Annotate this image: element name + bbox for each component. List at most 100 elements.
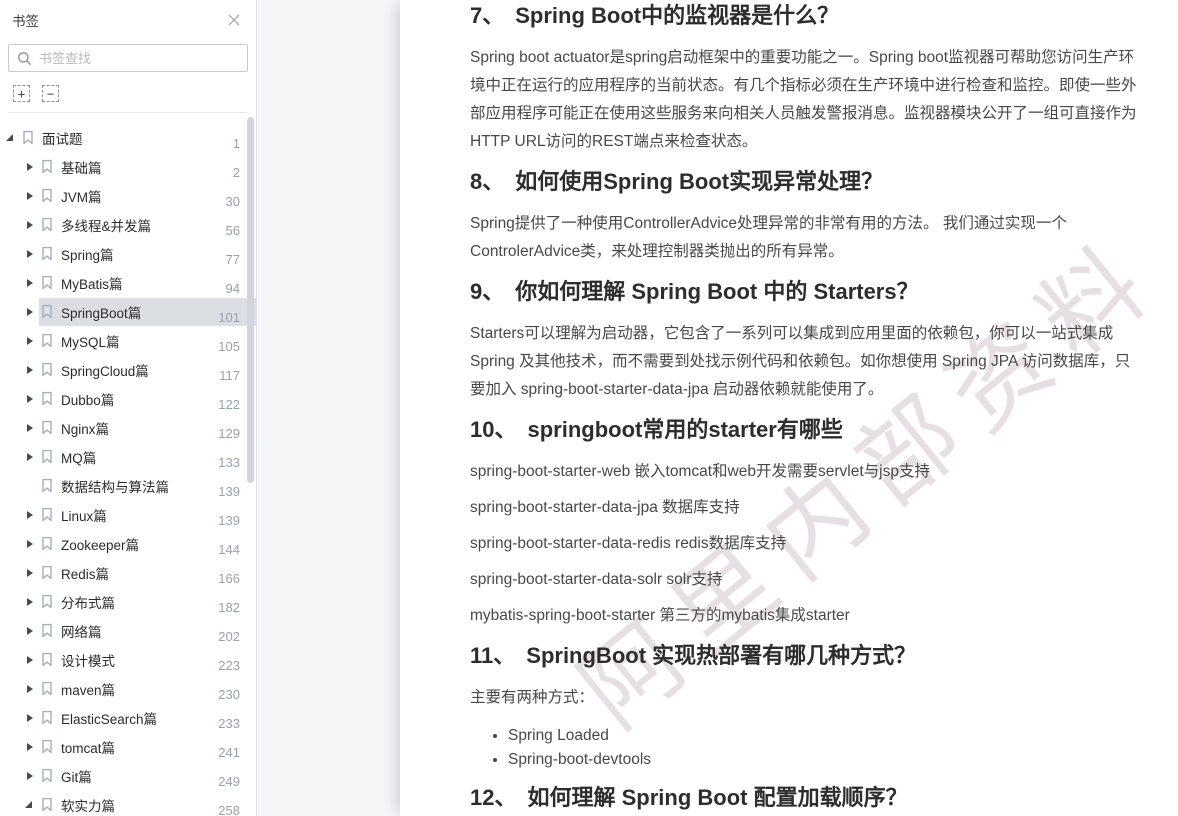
bookmark-icon xyxy=(41,594,53,609)
section-heading: 11、 SpringBoot 实现热部署有哪几种方式？ xyxy=(470,642,1138,669)
toggle-expanded-icon[interactable] xyxy=(25,801,39,808)
bookmark-tree-item[interactable]: 多线程&并发篇 56 xyxy=(0,210,256,239)
viewer-background xyxy=(257,0,400,816)
toggle-collapsed-icon[interactable] xyxy=(25,365,39,374)
bookmark-icon xyxy=(41,391,53,406)
heading-title: 如何使用Spring Boot实现异常处理？ xyxy=(515,169,884,194)
toggle-collapsed-icon[interactable] xyxy=(25,510,39,519)
bookmark-label: 分布式篇 xyxy=(61,595,115,611)
bookmark-tree-item[interactable]: ElasticSearch篇 233 xyxy=(0,703,256,732)
toggle-collapsed-icon[interactable] xyxy=(25,423,39,432)
toggle-collapsed-icon[interactable] xyxy=(25,307,39,316)
bookmark-tree-item[interactable]: maven篇 230 xyxy=(0,674,256,703)
bookmark-row-body[interactable]: MQ篇 133 xyxy=(39,443,256,471)
bookmark-page-number: 223 xyxy=(218,658,240,673)
bookmark-tree-item[interactable]: MySQL篇 105 xyxy=(0,326,256,355)
bookmarks-sidebar: 书签 + − 面试题 1 基础篇 2 JVM篇 30 多线程&并发篇 56 Spring篇 77 M… xyxy=(0,0,257,816)
close-sidebar-icon[interactable] xyxy=(226,12,242,28)
bookmark-tree-item[interactable]: Zookeeper篇 144 xyxy=(0,529,256,558)
toggle-collapsed-icon[interactable] xyxy=(25,191,39,200)
toggle-expanded-icon[interactable] xyxy=(6,134,20,141)
toggle-collapsed-icon[interactable] xyxy=(25,568,39,577)
bookmark-icon xyxy=(41,739,53,754)
paragraph: Spring boot actuator是spring启动框架中的重要功能之一。… xyxy=(470,49,1137,150)
bookmark-row-body[interactable]: 多线程&并发篇 56 xyxy=(39,211,256,239)
bookmark-icon xyxy=(41,275,53,290)
bookmark-label: 多线程&并发篇 xyxy=(61,218,152,234)
bookmark-row-body[interactable]: MySQL篇 105 xyxy=(39,327,256,355)
sidebar-divider xyxy=(8,112,248,113)
toggle-collapsed-icon[interactable] xyxy=(25,742,39,751)
bookmark-row-body[interactable]: SpringBoot篇 101 xyxy=(39,297,256,326)
bookmark-tree-item[interactable]: SpringBoot篇 101 xyxy=(0,297,256,326)
bookmark-page-number: 249 xyxy=(218,774,240,789)
bookmark-row-body[interactable]: Nginx篇 129 xyxy=(39,414,256,442)
toggle-collapsed-icon[interactable] xyxy=(25,278,39,287)
bookmark-row-body[interactable]: Redis篇 166 xyxy=(39,559,256,587)
bookmark-row-body[interactable]: Linux篇 139 xyxy=(39,501,256,529)
bookmark-row-body[interactable]: ElasticSearch篇 233 xyxy=(39,704,256,732)
bookmark-tree-item[interactable]: tomcat篇 241 xyxy=(0,732,256,761)
bookmark-tree-item[interactable]: Dubbo篇 122 xyxy=(0,384,256,413)
bookmark-row-body[interactable]: tomcat篇 241 xyxy=(39,733,256,761)
bookmark-label: 基础篇 xyxy=(61,160,102,176)
section-heading: 7、 Spring Boot中的监视器是什么？ xyxy=(470,2,1138,29)
bookmark-tree-item[interactable]: 数据结构与算法篇 139 xyxy=(0,471,256,500)
bookmark-tree-item[interactable]: 基础篇 2 xyxy=(0,152,256,181)
bookmark-row-body[interactable]: Zookeeper篇 144 xyxy=(39,530,256,558)
toggle-collapsed-icon[interactable] xyxy=(25,162,39,171)
toggle-collapsed-icon[interactable] xyxy=(25,452,39,461)
bookmark-row-body[interactable]: SpringCloud篇 117 xyxy=(39,356,256,384)
bookmark-tree-item[interactable]: Git篇 249 xyxy=(0,761,256,790)
toggle-collapsed-icon[interactable] xyxy=(25,539,39,548)
bookmark-row-body[interactable]: Spring篇 77 xyxy=(39,240,256,268)
bookmark-row-body[interactable]: 分布式篇 182 xyxy=(39,588,256,616)
bookmark-row-body[interactable]: 面试题 1 xyxy=(20,124,256,152)
expand-all-button[interactable]: + xyxy=(13,85,30,102)
bookmark-tree-item[interactable]: Spring篇 77 xyxy=(0,239,256,268)
toggle-collapsed-icon[interactable] xyxy=(25,336,39,345)
sidebar-scrollbar-thumb[interactable] xyxy=(247,117,254,483)
toggle-collapsed-icon[interactable] xyxy=(25,220,39,229)
bookmark-tree-item[interactable]: SpringCloud篇 117 xyxy=(0,355,256,384)
bookmark-row-body[interactable]: MyBatis篇 94 xyxy=(39,269,256,297)
bookmark-tree-item[interactable]: Nginx篇 129 xyxy=(0,413,256,442)
bookmark-row-body[interactable]: 设计模式 223 xyxy=(39,646,256,674)
bookmark-tree-item[interactable]: Linux篇 139 xyxy=(0,500,256,529)
bookmark-tree-item[interactable]: MyBatis篇 94 xyxy=(0,268,256,297)
toggle-collapsed-icon[interactable] xyxy=(25,655,39,664)
bookmark-page-number: 139 xyxy=(218,484,240,499)
bookmark-row-body[interactable]: 网络篇 202 xyxy=(39,617,256,645)
collapse-all-button[interactable]: − xyxy=(42,85,59,102)
bookmark-search-box[interactable] xyxy=(8,44,248,72)
bookmark-tree-item[interactable]: 面试题 1 xyxy=(0,123,256,152)
bookmark-row-body[interactable]: 基础篇 2 xyxy=(39,153,256,181)
bookmark-tree-item[interactable]: 软实力篇 258 xyxy=(0,790,256,816)
bookmark-page-number: 30 xyxy=(225,194,240,209)
bookmark-icon xyxy=(41,449,53,464)
toggle-collapsed-icon[interactable] xyxy=(25,597,39,606)
bookmark-tree-item[interactable]: 设计模式 223 xyxy=(0,645,256,674)
bookmark-page-number: 94 xyxy=(225,281,240,296)
bookmark-icon xyxy=(22,130,34,145)
bookmark-tree-item[interactable]: MQ篇 133 xyxy=(0,442,256,471)
bookmark-row-body[interactable]: maven篇 230 xyxy=(39,675,256,703)
bookmark-tree-item[interactable]: 网络篇 202 xyxy=(0,616,256,645)
bookmark-row-body[interactable]: JVM篇 30 xyxy=(39,182,256,210)
bookmark-label: Linux篇 xyxy=(61,508,107,524)
bookmark-tree-item[interactable]: 分布式篇 182 xyxy=(0,587,256,616)
toggle-collapsed-icon[interactable] xyxy=(25,249,39,258)
sidebar-header: 书签 xyxy=(0,0,256,30)
bookmark-tree-item[interactable]: Redis篇 166 xyxy=(0,558,256,587)
bookmark-row-body[interactable]: Dubbo篇 122 xyxy=(39,385,256,413)
bookmark-search-input[interactable] xyxy=(39,50,239,66)
bookmark-row-body[interactable]: Git篇 249 xyxy=(39,762,256,790)
bookmark-row-body[interactable]: 软实力篇 258 xyxy=(39,791,256,816)
toggle-collapsed-icon[interactable] xyxy=(25,684,39,693)
bookmark-row-body[interactable]: 数据结构与算法篇 139 xyxy=(39,472,256,500)
toggle-collapsed-icon[interactable] xyxy=(25,626,39,635)
toggle-collapsed-icon[interactable] xyxy=(25,771,39,780)
toggle-collapsed-icon[interactable] xyxy=(25,394,39,403)
toggle-collapsed-icon[interactable] xyxy=(25,713,39,722)
bookmark-tree-item[interactable]: JVM篇 30 xyxy=(0,181,256,210)
